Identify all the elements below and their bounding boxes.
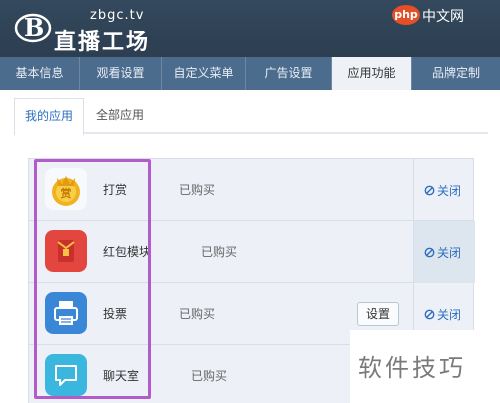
forbidden-icon [424, 309, 435, 320]
app-name: 投票 [103, 307, 128, 321]
table-row: 红包模块 已购买 关闭 [29, 221, 475, 283]
chat-bubble-icon [45, 354, 87, 396]
tab-viewing-settings[interactable]: 观看设置 [80, 57, 162, 90]
close-button[interactable]: 关闭 [424, 182, 461, 199]
tab-basic-info[interactable]: 基本信息 [0, 57, 80, 90]
close-button[interactable]: 关闭 [424, 306, 461, 323]
tab-ad-settings[interactable]: 广告设置 [246, 57, 332, 90]
reward-icon: 赏 [45, 168, 87, 210]
red-packet-icon [45, 230, 87, 272]
main-content: 我的应用 全部应用 赏 打赏 已购买 关闭 红包模块 已购买 关闭 投票 已购买… [0, 90, 500, 403]
svg-text:B: B [24, 13, 44, 42]
brand-logo[interactable]: B zbgc.tv 直播工场 [14, 6, 174, 55]
logo-name: 直播工场 [54, 29, 151, 55]
purchase-status: 已购买 [201, 245, 238, 259]
app-subtabs: 我的应用 全部应用 [14, 98, 488, 136]
close-label: 关闭 [437, 308, 462, 322]
purchase-status: 已购买 [191, 369, 228, 383]
watermark-badge: php 中文网 [392, 4, 496, 26]
app-name: 红包模块 [103, 245, 152, 259]
close-label: 关闭 [437, 184, 462, 198]
settings-button[interactable]: 设置 [357, 302, 399, 326]
main-nav: 基本信息 观看设置 自定义菜单 广告设置 应用功能 品牌定制 [0, 57, 500, 90]
table-row: 赏 打赏 已购买 关闭 [29, 159, 473, 221]
forbidden-icon [424, 247, 435, 258]
app-name: 打赏 [103, 183, 128, 197]
app-header: B zbgc.tv 直播工场 php 中文网 [0, 0, 500, 57]
app-name: 聊天室 [103, 369, 140, 383]
svg-text:赏: 赏 [61, 186, 72, 200]
badge-site-text: 中文网 [422, 8, 464, 24]
tab-custom-menu[interactable]: 自定义菜单 [162, 57, 246, 90]
watermark: 软件技巧 [350, 330, 500, 403]
printer-vote-icon [45, 292, 87, 334]
tab-brand-custom[interactable]: 品牌定制 [412, 57, 500, 90]
php-logo-icon: php [392, 5, 420, 25]
close-cell: 关闭 [413, 221, 475, 283]
subtab-my-apps[interactable]: 我的应用 [14, 98, 85, 136]
close-label: 关闭 [437, 246, 462, 260]
tab-app-functions[interactable]: 应用功能 [332, 57, 412, 90]
watermark-text: 软件技巧 [358, 354, 466, 382]
logo-b-icon: B [14, 13, 52, 43]
purchase-status: 已购买 [179, 183, 216, 197]
logo-domain: zbgc.tv [90, 8, 145, 23]
forbidden-icon [424, 185, 435, 196]
subtab-all-apps[interactable]: 全部应用 [86, 98, 154, 134]
close-button[interactable]: 关闭 [424, 244, 461, 261]
purchase-status: 已购买 [179, 307, 216, 321]
close-cell: 关闭 [413, 159, 475, 221]
